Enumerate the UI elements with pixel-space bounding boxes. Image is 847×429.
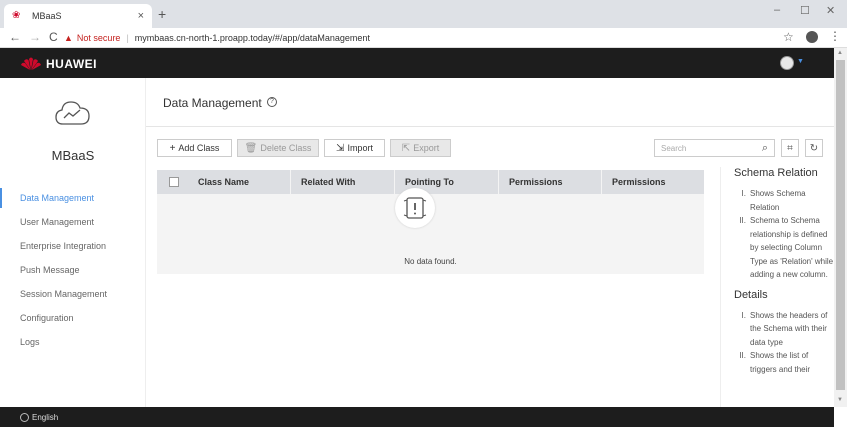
tab-close-icon[interactable]: × (138, 10, 144, 22)
footer: English (0, 407, 834, 427)
import-button[interactable]: ⇲ Import (324, 139, 385, 157)
empty-state-text: No data found. (404, 257, 457, 266)
minimize-button[interactable]: – (774, 4, 780, 16)
help-panel: Schema Relation I. Shows Schema Relation… (720, 167, 834, 407)
export-label: Export (413, 143, 440, 153)
details-list: I. Shows the headers of the Schema with … (734, 309, 834, 377)
page-scrollbar[interactable]: ▲ ▼ (834, 48, 847, 407)
schema-relation-heading: Schema Relation (734, 167, 818, 179)
tab-title: MBaaS (32, 11, 62, 21)
details-heading: Details (734, 288, 768, 301)
help-icon[interactable]: ? (267, 97, 277, 107)
browser-tab[interactable]: ❀ MBaaS × (4, 4, 152, 28)
browser-tab-bar: ❀ MBaaS × + – ☐ ✕ (0, 0, 847, 28)
column-header[interactable]: Permissions (602, 170, 704, 194)
user-avatar[interactable] (780, 56, 794, 70)
list-item: II. Schema to Schema relationship is def… (739, 216, 834, 279)
sidebar-item-data-management[interactable]: Data Management (0, 188, 146, 208)
refresh-icon[interactable]: ↻ (805, 139, 823, 157)
page-title: Data Management (163, 96, 262, 110)
column-header[interactable]: Related With (291, 170, 395, 194)
language-selector[interactable]: English (32, 413, 58, 422)
trash-icon: 🗑 (244, 142, 258, 154)
sidebar-item-session-management[interactable]: Session Management (0, 284, 146, 304)
browser-menu-icon[interactable]: ⋮ (829, 29, 841, 43)
huawei-logo-icon (21, 57, 41, 70)
logo-text: HUAWEI (46, 57, 97, 71)
select-all-checkbox[interactable] (169, 177, 179, 187)
back-button[interactable]: ← (9, 30, 21, 44)
scroll-down-arrow-icon[interactable]: ▼ (837, 397, 843, 403)
security-label: Not secure (76, 32, 121, 43)
address-bar: ← → C ▲ Not secure | mymbaas.cn-north-1.… (0, 28, 847, 48)
maximize-button[interactable]: ☐ (800, 4, 810, 17)
add-class-label: Add Class (178, 143, 220, 153)
cloud-icon (55, 101, 90, 125)
url-omnibox[interactable]: ▲ Not secure | mymbaas.cn-north-1.proapp… (64, 30, 764, 45)
add-class-button[interactable]: + Add Class (157, 139, 232, 157)
sidebar-item-logs[interactable]: Logs (0, 332, 146, 352)
plus-icon: + (169, 142, 176, 154)
account-icon[interactable] (806, 31, 818, 43)
column-header[interactable]: Permissions (499, 170, 602, 194)
export-button[interactable]: ⇱ Export (390, 139, 451, 157)
new-tab-button[interactable]: + (158, 6, 166, 22)
import-label: Import (347, 143, 373, 153)
sidebar-item-push-message[interactable]: Push Message (0, 260, 146, 280)
list-item: I. Shows Schema Relation (741, 189, 806, 212)
list-item: II. Shows the list of triggers and their (739, 351, 811, 374)
header-divider (146, 126, 834, 127)
sidebar-item-configuration[interactable]: Configuration (0, 308, 146, 328)
export-icon: ⇱ (401, 142, 411, 154)
close-window-button[interactable]: ✕ (826, 4, 835, 17)
sidebar-item-enterprise-integration[interactable]: Enterprise Integration (0, 236, 146, 256)
reload-button[interactable]: C (49, 30, 58, 44)
globe-icon (20, 412, 29, 422)
brand-name: MBaaS (51, 148, 95, 163)
main-content: Data Management ? + Add Class 🗑 Delete C… (146, 78, 834, 407)
sidebar-item-user-management[interactable]: User Management (0, 212, 146, 232)
search-icon[interactable]: ⌕ (762, 142, 768, 155)
fullscreen-icon[interactable]: ⌗ (781, 139, 799, 157)
app-header: HUAWEI ▼ (0, 48, 834, 78)
bookmark-star-icon[interactable]: ☆ (783, 30, 794, 44)
list-item: I. Shows the headers of the Schema with … (741, 310, 828, 347)
user-menu-caret-icon[interactable]: ▼ (797, 58, 804, 65)
sidebar: MBaaS Data Management User Management En… (0, 78, 146, 407)
scroll-thumb[interactable] (836, 60, 845, 390)
schema-relation-list: I. Shows Schema Relation II. Schema to S… (734, 187, 834, 282)
import-icon: ⇲ (336, 142, 345, 154)
delete-class-button[interactable]: 🗑 Delete Class (237, 139, 319, 157)
warning-icon: ▲ (64, 32, 73, 43)
empty-state-icon (395, 188, 435, 228)
scroll-up-arrow-icon[interactable]: ▲ (837, 50, 843, 56)
huawei-favicon-icon: ❀ (12, 10, 21, 21)
omnibox-separator: | (126, 32, 129, 43)
delete-class-label: Delete Class (260, 143, 312, 153)
column-header[interactable]: Class Name (188, 170, 291, 194)
forward-button[interactable]: → (29, 30, 41, 44)
search-box: ⌕ (654, 139, 775, 157)
search-input[interactable] (661, 143, 762, 153)
url-text: mymbaas.cn-north-1.proapp.today/#/app/da… (134, 32, 370, 43)
